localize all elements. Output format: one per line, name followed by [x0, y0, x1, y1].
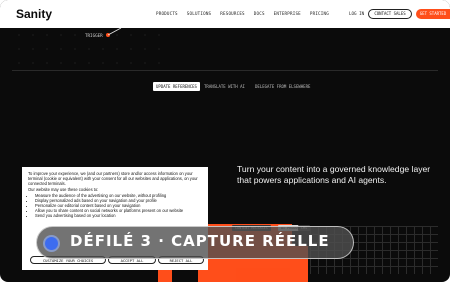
cookie-lead: Our website may use these cookies to: [28, 187, 99, 192]
tab-update-references[interactable]: UPDATE REFERENCES [153, 82, 200, 91]
get-started-button[interactable]: GET STARTED [416, 8, 450, 19]
nav-docs[interactable]: DOCS [254, 11, 265, 16]
trigger-label: TRIGGER [85, 33, 103, 38]
page-frame: Sanity PRODUCTS SOLUTIONS RESOURCES DOCS… [0, 0, 450, 282]
hero-headline: Turn your content into a governed knowle… [237, 164, 431, 185]
nav-solutions[interactable]: SOLUTIONS [187, 11, 212, 16]
nav-products[interactable]: PRODUCTS [156, 11, 178, 16]
list-item: Send you advertising based on your locat… [35, 213, 202, 218]
nav-enterprise[interactable]: ENTERPRISE [274, 11, 301, 16]
nav-resources[interactable]: RESOURCES [220, 11, 245, 16]
record-dot-icon [45, 237, 58, 250]
divider [12, 70, 438, 71]
cookie-intro: To improve your experience, we (and our … [28, 171, 198, 186]
contact-sales-button[interactable]: CONTACT SALES [368, 8, 412, 19]
caption-text: DÉFILÉ 3 · CAPTURE RÉELLE [70, 232, 330, 250]
nav-pricing[interactable]: PRICING [310, 11, 329, 16]
connector-line-icon [108, 28, 122, 36]
sanity-logo[interactable]: Sanity [16, 7, 52, 21]
top-navbar: Sanity PRODUCTS SOLUTIONS RESOURCES DOCS… [0, 0, 450, 28]
main-nav: PRODUCTS SOLUTIONS RESOURCES DOCS ENTERP… [156, 11, 329, 16]
cookie-purpose-list: Measure the audience of the advertising … [35, 193, 202, 218]
tab-delegate-from-elsewhere[interactable]: DELEGATE FROM ELSEWHERE [255, 84, 310, 89]
tab-translate-with-ai[interactable]: TRANSLATE WITH AI [204, 84, 245, 89]
login-link[interactable]: LOG IN [349, 11, 364, 16]
orange-block [236, 268, 290, 282]
